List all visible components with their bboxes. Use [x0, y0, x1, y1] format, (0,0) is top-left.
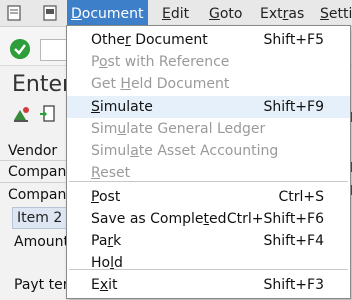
- menu-item-park[interactable]: Park Shift+F4: [67, 230, 350, 252]
- divider: [0, 160, 70, 161]
- menu-edit-label: Edit: [162, 6, 190, 22]
- menu-separator: [69, 269, 348, 270]
- company-label-1: Company: [8, 164, 75, 180]
- company-label-2: Company: [8, 187, 75, 203]
- menu-item-post[interactable]: Post Ctrl+S: [67, 186, 350, 208]
- menu-settings[interactable]: Setti: [320, 0, 352, 26]
- menu-item-shortcut: Ctrl+S: [278, 189, 324, 205]
- menu-item-label: Save as Completed: [91, 211, 227, 227]
- menu-item-shortcut: Shift+F9: [263, 99, 324, 115]
- menu-item-shortcut: Shift+F3: [263, 277, 324, 293]
- menu-item-hold[interactable]: Hold: [67, 252, 350, 274]
- menu-item-label: Exit: [91, 277, 118, 293]
- menu-edit[interactable]: Edit: [162, 0, 189, 26]
- menu-extras-label: Extras: [260, 6, 305, 22]
- document-menu-dropdown: Other Document Shift+F5 Post with Referenc…: [66, 25, 351, 299]
- menu-item-label: Park: [91, 233, 122, 249]
- menu-goto-label: Goto: [209, 6, 243, 22]
- tree-icon[interactable]: [12, 104, 32, 124]
- amount-label: Amount: [14, 234, 70, 250]
- menu-item-label: Post: [91, 189, 121, 205]
- sap-window: Document Edit Goto Extras Setti Enter Ve…: [0, 0, 352, 300]
- menu-item-get-held-document: Get Held Document: [67, 73, 350, 95]
- menu-item-other-document[interactable]: Other Document Shift+F5: [67, 29, 350, 51]
- vendor-label: Vendor: [8, 143, 58, 159]
- menu-item-simulate-asset-accounting: Simulate Asset Accounting: [67, 140, 350, 162]
- page-title: Enter: [12, 72, 72, 97]
- menu-item-post-with-reference: Post with Reference: [67, 51, 350, 73]
- menu-item-simulate-general-ledger: Simulate General Ledger: [67, 118, 350, 140]
- enter-check-icon[interactable]: [10, 39, 30, 59]
- menu-item-shortcut: Shift+F5: [263, 32, 324, 48]
- menu-extras[interactable]: Extras: [260, 0, 304, 26]
- divider: [0, 182, 70, 183]
- menu-item-exit[interactable]: Exit Shift+F3: [67, 274, 350, 296]
- menu-document[interactable]: Document: [67, 0, 148, 26]
- menu-item-simulate[interactable]: Simulate Shift+F9: [67, 96, 350, 118]
- menu-item-label: Get Held Document: [91, 76, 230, 92]
- menu-bar: Document Edit Goto Extras Setti: [0, 0, 352, 27]
- menu-item-label: Simulate Asset Accounting: [91, 143, 279, 159]
- menu-item-label: Post with Reference: [91, 54, 230, 70]
- menu-item-label: Hold: [91, 255, 123, 271]
- document-arrow-icon[interactable]: [38, 104, 58, 124]
- menu-document-label: Document: [71, 6, 144, 22]
- menu-item-save-as-completed[interactable]: Save as Completed Ctrl+Shift+F6: [67, 208, 350, 230]
- menu-item-label: Simulate: [91, 99, 153, 115]
- payment-terms-label: Payt ter: [14, 277, 69, 293]
- menu-item-label: Simulate General Ledger: [91, 121, 266, 137]
- menu-separator: [69, 181, 348, 182]
- menu-item-shortcut: Ctrl+Shift+F6: [226, 211, 324, 227]
- menu-goto[interactable]: Goto: [209, 0, 242, 26]
- app-icon-left[interactable]: [6, 5, 22, 21]
- menu-item-shortcut: Shift+F4: [263, 233, 324, 249]
- menu-item-label: Other Document: [91, 32, 208, 48]
- app-icon-right[interactable]: [42, 5, 58, 21]
- menu-settings-label: Setti: [320, 6, 352, 22]
